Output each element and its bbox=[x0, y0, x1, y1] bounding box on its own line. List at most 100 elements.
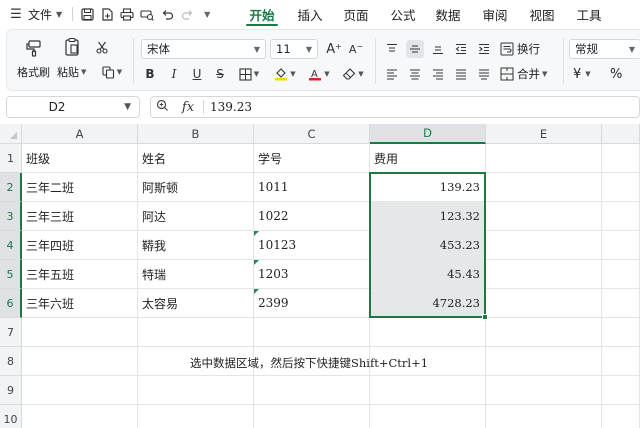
print-icon[interactable] bbox=[117, 4, 137, 24]
align-right-icon[interactable] bbox=[429, 65, 447, 83]
hamburger-menu-icon[interactable]: ☰ bbox=[6, 4, 26, 24]
row-header-2[interactable]: 2 bbox=[0, 173, 22, 202]
currency-format-button[interactable]: ¥ ▼ bbox=[573, 65, 591, 83]
cell-d5[interactable]: 45.43 bbox=[370, 260, 486, 289]
zoom-formula-icon[interactable] bbox=[151, 99, 173, 115]
undo-icon[interactable] bbox=[157, 4, 177, 24]
row-header-4[interactable]: 4 bbox=[0, 231, 22, 260]
cell-c9[interactable] bbox=[254, 376, 370, 405]
tab-data[interactable]: 数据 bbox=[428, 0, 468, 28]
cell-d2[interactable]: 139.23 bbox=[370, 173, 486, 202]
cell-d9[interactable] bbox=[370, 376, 486, 405]
cell-b2[interactable]: 阿斯顿 bbox=[138, 173, 254, 202]
cell-a7[interactable] bbox=[22, 318, 138, 347]
file-menu[interactable]: 文件 ▼ bbox=[28, 6, 62, 23]
cell-c4[interactable]: 10123 bbox=[254, 231, 370, 260]
cell-c10[interactable] bbox=[254, 405, 370, 428]
cell-e6[interactable] bbox=[486, 289, 602, 318]
align-bottom-icon[interactable] bbox=[429, 40, 447, 58]
font-shrink-icon[interactable]: A − bbox=[347, 40, 365, 58]
paste-button[interactable]: 粘贴 ▼ bbox=[57, 36, 86, 80]
font-grow-icon[interactable]: A + bbox=[325, 40, 343, 58]
align-middle-icon[interactable] bbox=[406, 40, 424, 58]
cell-c2[interactable]: 1011 bbox=[254, 173, 370, 202]
export-pdf-icon[interactable] bbox=[97, 4, 117, 24]
chevron-down-icon[interactable]: ▼ bbox=[197, 4, 217, 24]
row-header-1[interactable]: 1 bbox=[0, 144, 22, 173]
cell-b10[interactable] bbox=[138, 405, 254, 428]
cell-a9[interactable] bbox=[22, 376, 138, 405]
cell-a2[interactable]: 三年二班 bbox=[22, 173, 138, 202]
row-header-5[interactable]: 5 bbox=[0, 260, 22, 289]
merge-cells-button[interactable]: 合并 ▼ bbox=[500, 65, 547, 83]
cell-a1[interactable]: 班级 bbox=[22, 144, 138, 173]
tab-page[interactable]: 页面 bbox=[336, 0, 376, 28]
cell-b7[interactable] bbox=[138, 318, 254, 347]
column-header-b[interactable]: B bbox=[138, 124, 254, 144]
cell-d10[interactable] bbox=[370, 405, 486, 428]
cell-d4[interactable]: 453.23 bbox=[370, 231, 486, 260]
redo-icon[interactable] bbox=[177, 4, 197, 24]
cell-b1[interactable]: 姓名 bbox=[138, 144, 254, 173]
fill-handle[interactable] bbox=[482, 314, 488, 320]
number-format-select[interactable]: 常规 ▼ bbox=[569, 39, 640, 59]
name-box[interactable]: D2 ▼ bbox=[6, 96, 140, 118]
cell-e9[interactable] bbox=[486, 376, 602, 405]
tab-tools[interactable]: 工具 bbox=[569, 0, 609, 28]
row-header-6[interactable]: 6 bbox=[0, 289, 22, 318]
fill-color-button[interactable]: ▼ bbox=[271, 65, 299, 83]
cell-e3[interactable] bbox=[486, 202, 602, 231]
row-header-7[interactable]: 7 bbox=[0, 318, 22, 347]
underline-icon[interactable]: U bbox=[188, 65, 206, 83]
cell-d7[interactable] bbox=[370, 318, 486, 347]
row-header-9[interactable]: 9 bbox=[0, 376, 22, 405]
strikethrough-icon[interactable]: S bbox=[211, 65, 229, 83]
font-name-select[interactable]: 宋体 ▼ bbox=[141, 39, 266, 59]
cell-a6[interactable]: 三年六班 bbox=[22, 289, 138, 318]
cell-e10[interactable] bbox=[486, 405, 602, 428]
cell-c5[interactable]: 1203 bbox=[254, 260, 370, 289]
cell-d1[interactable]: 费用 bbox=[370, 144, 486, 173]
cell-a8[interactable] bbox=[22, 347, 138, 376]
cell-e5[interactable] bbox=[486, 260, 602, 289]
row-header-3[interactable]: 3 bbox=[0, 202, 22, 231]
format-painter-button[interactable]: 格式刷 bbox=[17, 36, 50, 80]
cell-c7[interactable] bbox=[254, 318, 370, 347]
decrease-indent-icon[interactable] bbox=[452, 40, 470, 58]
cell-c6[interactable]: 2399 bbox=[254, 289, 370, 318]
distribute-icon[interactable] bbox=[475, 65, 493, 83]
tab-view[interactable]: 视图 bbox=[522, 0, 562, 28]
cell-b3[interactable]: 阿达 bbox=[138, 202, 254, 231]
formula-value[interactable]: 139.23 bbox=[210, 100, 252, 114]
cell-e2[interactable] bbox=[486, 173, 602, 202]
cell-b6[interactable]: 太容易 bbox=[138, 289, 254, 318]
font-size-select[interactable]: 11 ▼ bbox=[270, 39, 318, 59]
tab-home[interactable]: 开始 bbox=[242, 0, 282, 28]
border-button[interactable]: ▼ bbox=[235, 65, 263, 83]
increase-indent-icon[interactable] bbox=[475, 40, 493, 58]
column-header-c[interactable]: C bbox=[254, 124, 370, 144]
align-top-icon[interactable] bbox=[383, 40, 401, 58]
cell-a5[interactable]: 三年五班 bbox=[22, 260, 138, 289]
cell-a3[interactable]: 三年三班 bbox=[22, 202, 138, 231]
cell-e4[interactable] bbox=[486, 231, 602, 260]
insert-function-icon[interactable]: fx bbox=[173, 100, 203, 115]
print-preview-icon[interactable] bbox=[137, 4, 157, 24]
cell-e1[interactable] bbox=[486, 144, 602, 173]
cell-b9[interactable] bbox=[138, 376, 254, 405]
percent-format-button[interactable]: % bbox=[610, 65, 622, 83]
copy-button[interactable]: ▼ bbox=[99, 63, 125, 81]
column-header-d[interactable]: D bbox=[370, 124, 486, 144]
row-header-8[interactable]: 8 bbox=[0, 347, 22, 376]
save-icon[interactable] bbox=[77, 4, 97, 24]
cell-b4[interactable]: 鞯我 bbox=[138, 231, 254, 260]
column-header-a[interactable]: A bbox=[22, 124, 138, 144]
cell-d6[interactable]: 4728.23 bbox=[370, 289, 486, 318]
select-all-corner[interactable] bbox=[0, 124, 22, 144]
font-color-button[interactable]: A ▼ bbox=[305, 65, 333, 83]
cell-a4[interactable]: 三年四班 bbox=[22, 231, 138, 260]
bold-icon[interactable]: B bbox=[141, 65, 159, 83]
align-center-icon[interactable] bbox=[406, 65, 424, 83]
cell-a10[interactable] bbox=[22, 405, 138, 428]
cell-e7[interactable] bbox=[486, 318, 602, 347]
